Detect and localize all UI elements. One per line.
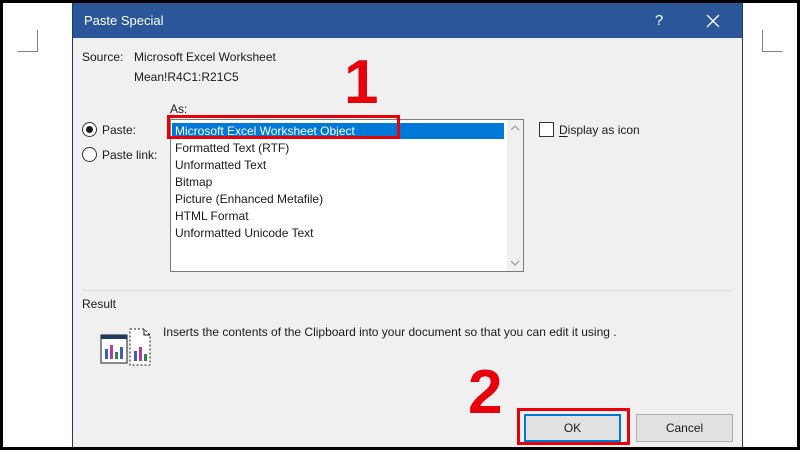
document-margin-mark-left: [18, 30, 38, 52]
annotation-step-1: 1: [344, 48, 379, 117]
section-divider: [82, 290, 732, 291]
as-list: Microsoft Excel Worksheet Object Formatt…: [171, 120, 507, 271]
cancel-button[interactable]: Cancel: [636, 414, 733, 442]
annotation-highlight-ok-button: [517, 408, 630, 445]
listbox-scrollbar[interactable]: [507, 120, 523, 271]
dialog-title: Paste Special: [84, 13, 164, 28]
display-as-icon-label[interactable]: Display as icon: [559, 123, 640, 137]
close-icon[interactable]: [701, 9, 725, 33]
list-item-picture-enhanced-metafile[interactable]: Picture (Enhanced Metafile): [172, 191, 504, 207]
list-item-html-format[interactable]: HTML Format: [172, 208, 504, 224]
paste-link-label[interactable]: Paste link:: [102, 148, 157, 162]
annotation-highlight-list-item: [167, 115, 400, 139]
as-label: As:: [170, 102, 188, 116]
paste-special-dialog: Paste Special ? Source: Microsoft Excel …: [72, 3, 743, 450]
source-value: Microsoft Excel Worksheet: [134, 50, 276, 64]
embedded-object-icon: [100, 325, 156, 371]
help-icon[interactable]: ?: [647, 9, 671, 33]
paste-radio[interactable]: [82, 122, 97, 137]
list-item-bitmap[interactable]: Bitmap: [172, 174, 504, 190]
scroll-up-icon[interactable]: [507, 120, 523, 136]
paste-label[interactable]: Paste:: [102, 123, 136, 137]
result-label: Result: [82, 297, 117, 311]
list-item-unformatted-text[interactable]: Unformatted Text: [172, 157, 504, 173]
source-range: Mean!R4C1:R21C5: [134, 70, 239, 84]
as-listbox[interactable]: Microsoft Excel Worksheet Object Formatt…: [170, 119, 524, 272]
list-item-formatted-text-rtf[interactable]: Formatted Text (RTF): [172, 140, 504, 156]
source-label: Source:: [82, 50, 124, 64]
annotation-step-2: 2: [468, 358, 503, 427]
document-margin-mark-right: [762, 30, 782, 52]
display-as-icon-checkbox[interactable]: [539, 122, 554, 137]
list-item-unformatted-unicode-text[interactable]: Unformatted Unicode Text: [172, 225, 504, 241]
dialog-titlebar: Paste Special ?: [73, 3, 742, 38]
paste-link-radio[interactable]: [82, 147, 97, 162]
scroll-down-icon[interactable]: [507, 255, 523, 271]
result-description: Inserts the contents of the Clipboard in…: [163, 325, 617, 339]
